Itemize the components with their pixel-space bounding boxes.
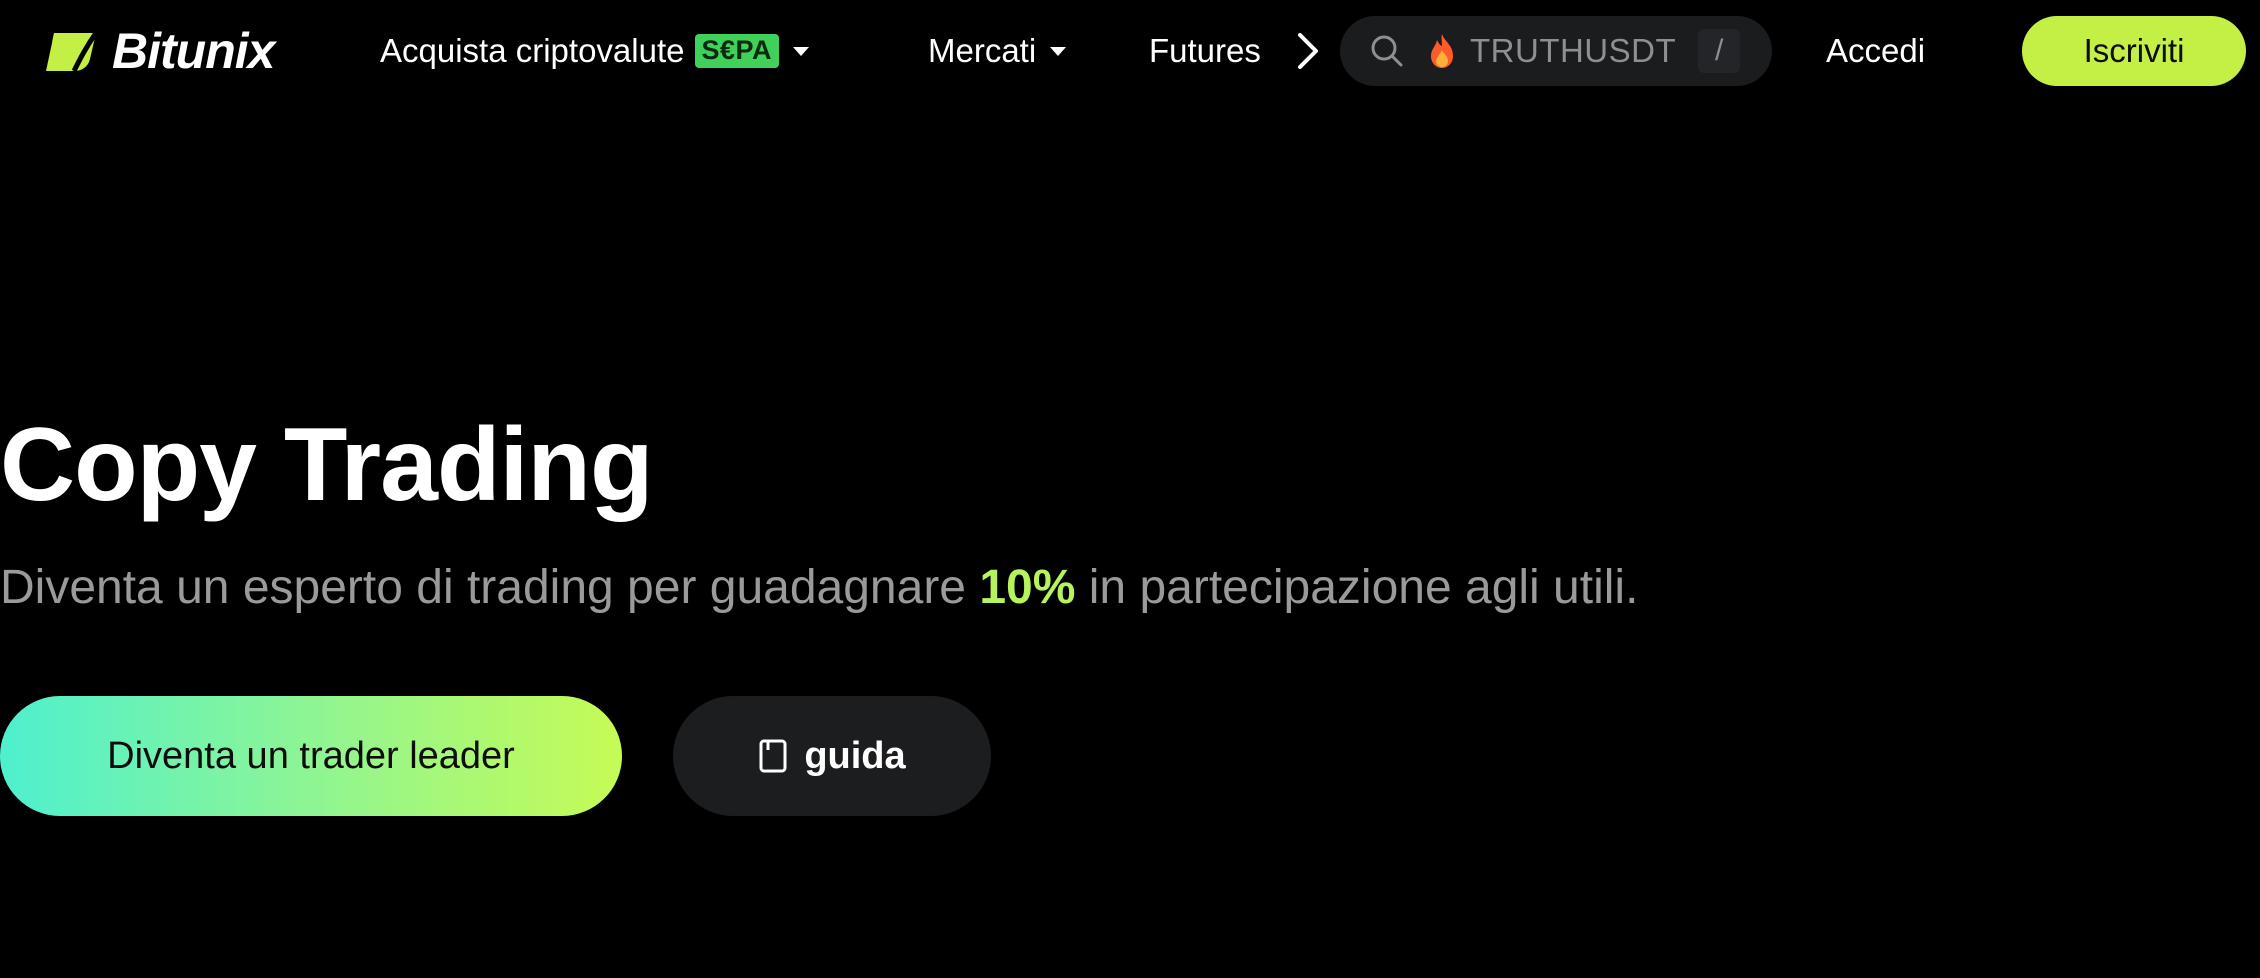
become-lead-trader-button[interactable]: Diventa un trader leader bbox=[0, 696, 622, 816]
fire-icon bbox=[1431, 34, 1453, 68]
top-navigation-bar: Bitunix Acquista criptovalute S€PA Merca… bbox=[0, 0, 2260, 102]
bitunix-logo-icon bbox=[46, 31, 98, 73]
chevron-right-icon bbox=[1298, 33, 1318, 69]
caret-down-icon bbox=[1050, 46, 1067, 56]
page-title: Copy Trading bbox=[0, 407, 653, 523]
nav-markets[interactable]: Mercati bbox=[928, 26, 1067, 76]
search-bar[interactable]: TRUTHUSDT / bbox=[1340, 16, 1772, 86]
nav-buy-crypto-label: Acquista criptovalute bbox=[380, 32, 685, 69]
caret-down-icon bbox=[793, 46, 810, 56]
book-icon bbox=[759, 739, 787, 773]
guide-button[interactable]: guida bbox=[673, 696, 991, 816]
nav-buy-crypto[interactable]: Acquista criptovalute S€PA bbox=[380, 26, 810, 76]
logo-wordmark: Bitunix bbox=[112, 23, 275, 79]
search-icon bbox=[1371, 35, 1403, 67]
login-link[interactable]: Accedi bbox=[1826, 26, 1925, 76]
hero-subtitle-before: Diventa un esperto di trading per guadag… bbox=[0, 561, 980, 614]
profit-share-percent: 10% bbox=[979, 561, 1076, 614]
bitunix-logo[interactable]: Bitunix bbox=[44, 23, 275, 79]
nav-scroll-right-button[interactable] bbox=[1290, 30, 1326, 72]
search-hot-value: TRUTHUSDT bbox=[1470, 32, 1677, 69]
guide-button-label: guida bbox=[804, 734, 906, 777]
nav-markets-label: Mercati bbox=[928, 32, 1037, 69]
nav-futures-label: Futures bbox=[1149, 32, 1261, 69]
hero-subtitle-after: in partecipazione agli utili. bbox=[1075, 561, 1639, 614]
signup-button[interactable]: Iscriviti bbox=[2022, 16, 2246, 86]
hero-subtitle: Diventa un esperto di trading per guadag… bbox=[0, 560, 1638, 615]
nav-futures[interactable]: Futures bbox=[1149, 26, 1261, 76]
search-shortcut-key: / bbox=[1698, 29, 1741, 73]
sepa-badge: S€PA bbox=[694, 34, 780, 68]
